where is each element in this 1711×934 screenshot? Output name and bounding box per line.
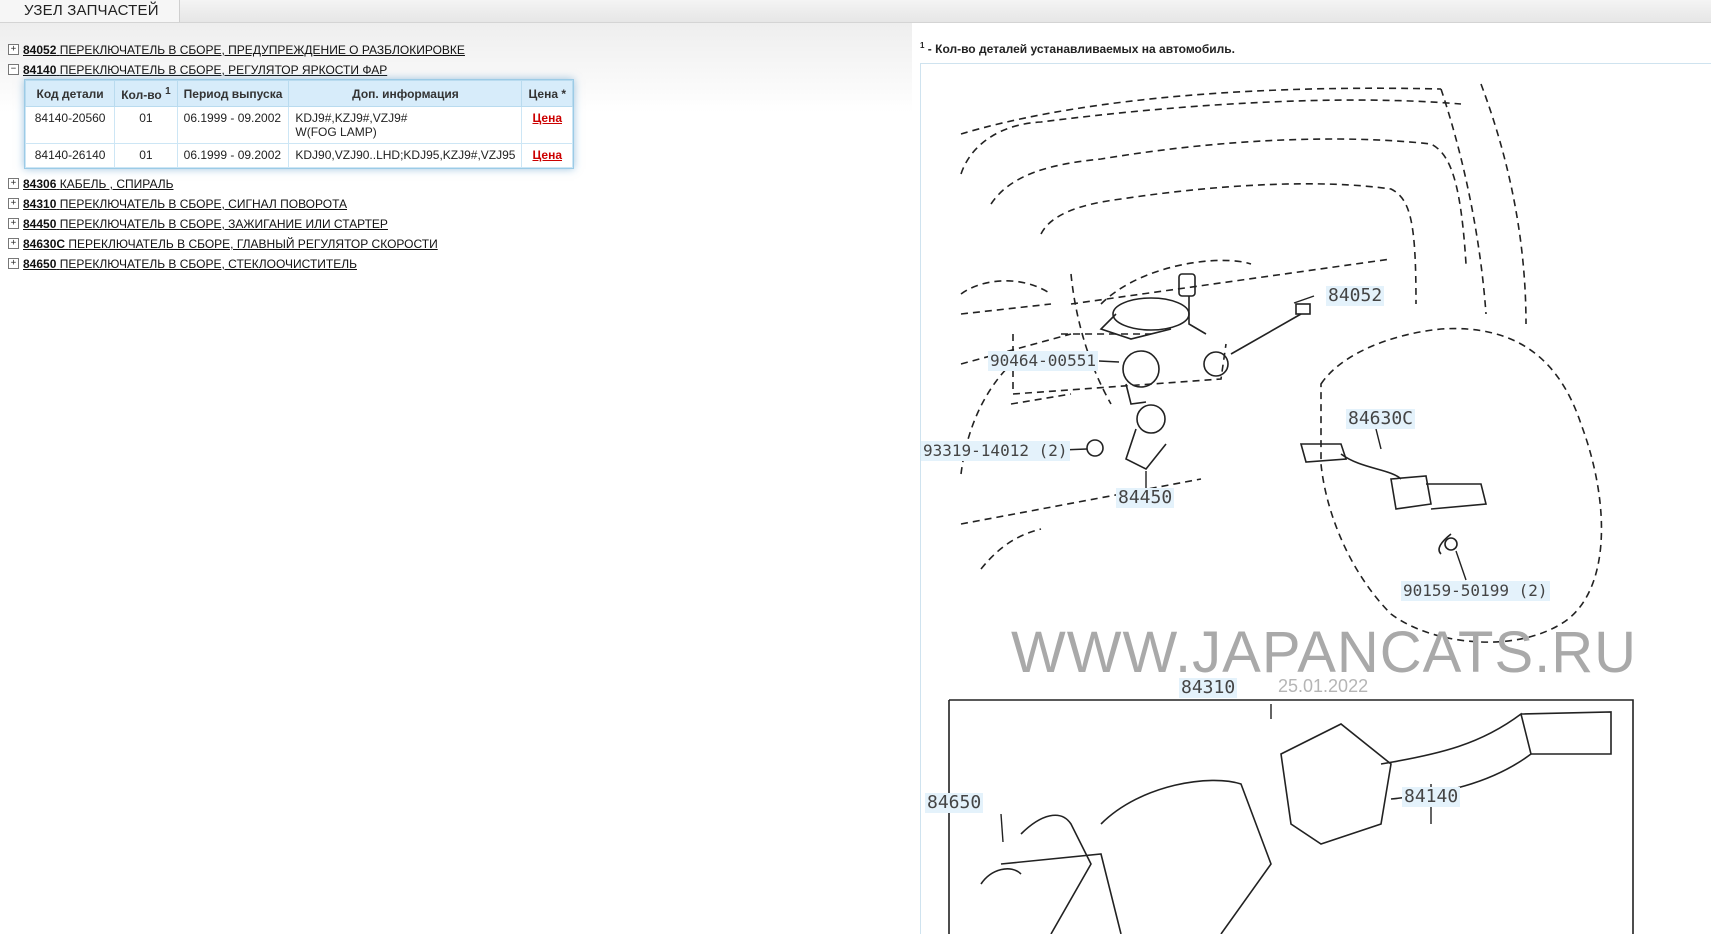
tree-node-link[interactable]: 84052 ПЕРЕКЛЮЧАТЕЛЬ В СБОРЕ, ПРЕДУПРЕЖДЕ… xyxy=(23,43,465,57)
cell-info: KDJ90,VZJ90..LHD;KDJ95,KZJ9#,VZJ95 xyxy=(288,143,523,168)
part-name: ПЕРЕКЛЮЧАТЕЛЬ В СБОРЕ, СИГНАЛ ПОВОРОТА xyxy=(59,197,348,211)
cell-price: Цена xyxy=(521,106,573,144)
expand-icon[interactable]: + xyxy=(8,258,19,270)
expand-icon[interactable]: + xyxy=(8,238,19,250)
cell-info-line1: KDJ9#,KZJ9#,VZJ9# xyxy=(295,111,408,125)
part-code: 84140 xyxy=(23,63,57,77)
callout-84450[interactable]: 84450 xyxy=(1116,488,1175,508)
cell-qty: 01 xyxy=(114,106,178,144)
parts-table: Код детали Кол-во 1 Период выпуска Доп. … xyxy=(24,80,573,168)
tree-node-link[interactable]: 84630C ПЕРЕКЛЮЧАТЕЛЬ В СБОРЕ, ГЛАВНЫЙ РЕ… xyxy=(23,237,438,251)
tree-node-84450[interactable]: +84450 ПЕРЕКЛЮЧАТЕЛЬ В СБОРЕ, ЗАЖИГАНИЕ … xyxy=(8,214,908,234)
col-header-qty: Кол-во 1 xyxy=(114,80,178,107)
tree-node-84310[interactable]: +84310 ПЕРЕКЛЮЧАТЕЛЬ В СБОРЕ, СИГНАЛ ПОВ… xyxy=(8,194,908,214)
qty-footnote-mark: 1 xyxy=(165,85,171,97)
part-name: ПЕРЕКЛЮЧАТЕЛЬ В СБОРЕ, ПРЕДУПРЕЖДЕНИЕ О … xyxy=(59,43,465,57)
part-name: ПЕРЕКЛЮЧАТЕЛЬ В СБОРЕ, ГЛАВНЫЙ РЕГУЛЯТОР… xyxy=(68,237,438,251)
parts-diagram: 84052 90464-00551 93319-14012 (2) 84450 … xyxy=(920,63,1711,934)
tree-node-84306[interactable]: +84306 КАБЕЛЬ , СПИРАЛЬ xyxy=(8,174,908,194)
cell-price: Цена xyxy=(521,143,573,168)
cell-info-line2: W(FOG LAMP) xyxy=(295,125,377,139)
cell-period: 06.1999 - 09.2002 xyxy=(176,143,290,168)
callout-90159-50199[interactable]: 90159-50199 (2) xyxy=(1401,581,1550,601)
part-code: 84650 xyxy=(23,257,57,271)
tree-node-link[interactable]: 84650 ПЕРЕКЛЮЧАТЕЛЬ В СБОРЕ, СТЕКЛООЧИСТ… xyxy=(23,257,357,271)
tree-node-84630c[interactable]: +84630C ПЕРЕКЛЮЧАТЕЛЬ В СБОРЕ, ГЛАВНЫЙ Р… xyxy=(8,234,908,254)
expand-icon[interactable]: + xyxy=(8,198,19,210)
price-link[interactable]: Цена xyxy=(532,148,562,162)
expand-icon[interactable]: + xyxy=(8,44,19,56)
col-header-period: Период выпуска xyxy=(176,80,290,107)
table-header-row: Код детали Кол-во 1 Период выпуска Доп. … xyxy=(24,80,573,107)
tab-parts-unit[interactable]: УЗЕЛ ЗАПЧАСТЕЙ xyxy=(0,0,180,22)
tree-node-84140[interactable]: −84140 ПЕРЕКЛЮЧАТЕЛЬ В СБОРЕ, РЕГУЛЯТОР … xyxy=(8,60,908,80)
part-name: ПЕРЕКЛЮЧАТЕЛЬ В СБОРЕ, СТЕКЛООЧИСТИТЕЛЬ xyxy=(59,257,357,271)
cell-code: 84140-26140 xyxy=(24,143,116,168)
cell-info: KDJ9#,KZJ9#,VZJ9# W(FOG LAMP) xyxy=(288,106,523,144)
part-code: 84630C xyxy=(23,237,66,251)
part-code: 84310 xyxy=(23,197,57,211)
cell-qty: 01 xyxy=(114,143,178,168)
part-name: ПЕРЕКЛЮЧАТЕЛЬ В СБОРЕ, РЕГУЛЯТОР ЯРКОСТИ… xyxy=(59,63,388,77)
callout-90464-00551[interactable]: 90464-00551 xyxy=(988,351,1098,371)
footnote: 1 - Кол-во деталей устанавливаемых на ав… xyxy=(920,41,1235,56)
callout-84650[interactable]: 84650 xyxy=(925,793,984,813)
parts-tree: +84052 ПЕРЕКЛЮЧАТЕЛЬ В СБОРЕ, ПРЕДУПРЕЖД… xyxy=(8,40,908,274)
col-header-qty-label: Кол-во xyxy=(121,87,162,102)
expand-icon[interactable]: + xyxy=(8,218,19,230)
part-code: 84306 xyxy=(23,177,57,191)
col-header-info: Доп. информация xyxy=(288,80,523,107)
tree-node-link[interactable]: 84140 ПЕРЕКЛЮЧАТЕЛЬ В СБОРЕ, РЕГУЛЯТОР Я… xyxy=(23,63,387,77)
price-link[interactable]: Цена xyxy=(532,111,562,125)
part-code: 84450 xyxy=(23,217,57,231)
watermark-date: 25.01.2022 xyxy=(1278,676,1369,696)
col-header-price: Цена * xyxy=(521,80,573,107)
table-row: 84140-20560 01 06.1999 - 09.2002 KDJ9#,K… xyxy=(24,106,573,144)
callout-84052[interactable]: 84052 xyxy=(1326,286,1385,306)
part-name: ПЕРЕКЛЮЧАТЕЛЬ В СБОРЕ, ЗАЖИГАНИЕ ИЛИ СТА… xyxy=(59,217,388,231)
tree-node-link[interactable]: 84310 ПЕРЕКЛЮЧАТЕЛЬ В СБОРЕ, СИГНАЛ ПОВО… xyxy=(23,197,347,211)
expand-icon[interactable]: + xyxy=(8,178,19,190)
parts-popup: Код детали Кол-во 1 Период выпуска Доп. … xyxy=(24,79,574,169)
top-bar: УЗЕЛ ЗАПЧАСТЕЙ xyxy=(0,0,1711,23)
callout-84140[interactable]: 84140 xyxy=(1402,787,1461,807)
cell-info-line1: KDJ90,VZJ90..LHD;KDJ95,KZJ9#,VZJ95 xyxy=(295,148,516,162)
callout-84630c[interactable]: 84630C xyxy=(1346,409,1416,429)
cell-code: 84140-20560 xyxy=(24,106,116,144)
diagram-drawing xyxy=(948,83,1634,934)
tree-node-84052[interactable]: +84052 ПЕРЕКЛЮЧАТЕЛЬ В СБОРЕ, ПРЕДУПРЕЖД… xyxy=(8,40,908,60)
collapse-icon[interactable]: − xyxy=(8,64,19,76)
col-header-code: Код детали xyxy=(24,80,116,107)
tree-node-link[interactable]: 84306 КАБЕЛЬ , СПИРАЛЬ xyxy=(23,177,173,191)
part-name: КАБЕЛЬ , СПИРАЛЬ xyxy=(59,177,174,191)
footnote-text: - Кол-во деталей устанавливаемых на авто… xyxy=(924,42,1235,56)
tree-node-84650[interactable]: +84650 ПЕРЕКЛЮЧАТЕЛЬ В СБОРЕ, СТЕКЛООЧИС… xyxy=(8,254,908,274)
callout-93319-14012[interactable]: 93319-14012 (2) xyxy=(921,441,1070,461)
cell-period: 06.1999 - 09.2002 xyxy=(176,106,290,144)
part-code: 84052 xyxy=(23,43,57,57)
tree-node-link[interactable]: 84450 ПЕРЕКЛЮЧАТЕЛЬ В СБОРЕ, ЗАЖИГАНИЕ И… xyxy=(23,217,388,231)
table-row: 84140-26140 01 06.1999 - 09.2002 KDJ90,V… xyxy=(24,143,573,168)
